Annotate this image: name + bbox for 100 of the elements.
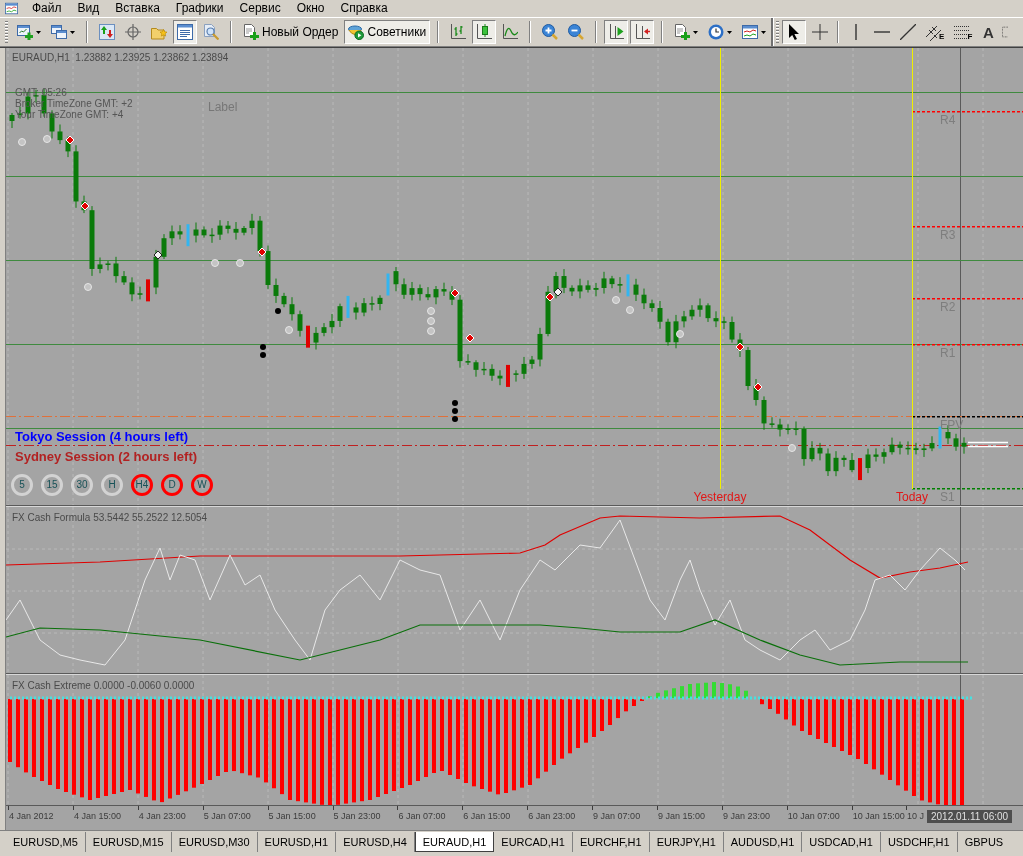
- time-axis-label: 4 Jan 2012: [9, 812, 54, 822]
- chart-tab[interactable]: EURUSD,H1: [257, 832, 337, 852]
- zoom-in-icon: [542, 24, 559, 40]
- highlighted-candle: [386, 273, 390, 296]
- circle-marker-icon: [18, 138, 26, 146]
- chart-shift-button[interactable]: [630, 20, 655, 44]
- chart-tab[interactable]: EURAUD,H1: [414, 832, 495, 852]
- time-axis-label: 6 Jan 23:00: [528, 812, 576, 822]
- candlestick-button[interactable]: [472, 20, 497, 44]
- diamond-marker-icon: [65, 135, 75, 145]
- menu-item[interactable]: Сервис: [231, 1, 289, 16]
- windows-icon: [51, 24, 67, 40]
- timeframe-button[interactable]: 15: [41, 474, 63, 496]
- menu-item[interactable]: Справка: [332, 1, 396, 16]
- window-plus-icon: [17, 24, 33, 40]
- timeframe-button[interactable]: D: [161, 474, 183, 496]
- chart-tab[interactable]: GBPUS: [957, 832, 1006, 852]
- diamond-marker-icon: [753, 382, 763, 392]
- dotted-box-icon: [1002, 25, 1009, 39]
- timeframe-button[interactable]: H4: [131, 474, 153, 496]
- time-axis-label: 5 Jan 23:00: [333, 812, 381, 822]
- chart-tab[interactable]: EURUSD,M5: [6, 832, 86, 852]
- chart-tab[interactable]: EURJPY,H1: [649, 832, 724, 852]
- highlighted-candle: [146, 279, 150, 302]
- chart-window-icon: [5, 2, 18, 15]
- session-text: Sydney Session (2 hours left): [15, 449, 198, 464]
- diamond-marker-icon: [465, 333, 475, 343]
- timeframe-button[interactable]: H: [101, 474, 123, 496]
- time-axis-label: 9 Jan 07:00: [593, 812, 641, 822]
- highlighted-candle: [346, 295, 350, 318]
- highlighted-candle: [938, 426, 942, 449]
- list-window-icon: [177, 24, 193, 40]
- fibonacci-button[interactable]: F: [950, 20, 977, 44]
- chart-tab[interactable]: AUDUSD,H1: [723, 832, 803, 852]
- bar-chart-icon: [450, 24, 467, 40]
- terminal-button[interactable]: [173, 20, 197, 44]
- day-label: Yesterday: [693, 491, 747, 505]
- timeframe-button[interactable]: 5: [11, 474, 33, 496]
- chart-tab[interactable]: EURCHF,H1: [572, 832, 650, 852]
- time-axis-label: 10 Jan 15:00: [852, 812, 905, 822]
- chart-tab[interactable]: EURUSD,H4: [336, 832, 415, 852]
- circle-marker-icon: [236, 259, 244, 267]
- chart-title: EURAUD,H1 1.23882 1.23925 1.23862 1.23894: [12, 52, 229, 63]
- chart-tab[interactable]: EURUSD,M15: [85, 832, 172, 852]
- menu-item[interactable]: Вид: [69, 1, 108, 16]
- time-axis-label: 5 Jan 15:00: [268, 812, 316, 822]
- line-chart-icon: [502, 24, 519, 40]
- indicator-title: FX Cash Formula 53.5442 55.2522 12.5054: [12, 512, 208, 523]
- chart-tab[interactable]: EURUSD,M30: [171, 832, 258, 852]
- circle-marker-icon: [211, 259, 219, 267]
- circle-marker-icon: [612, 296, 620, 304]
- diamond-marker-icon: [450, 288, 460, 298]
- experts-button[interactable]: Советники: [344, 20, 431, 44]
- indicator-title: FX Cash Extreme 0.0000 -0.0060 0.0000: [12, 680, 195, 691]
- new-order-button[interactable]: Новый Ордер: [239, 20, 343, 44]
- circle-marker-icon: [43, 135, 51, 143]
- dotted-lines-icon: [954, 25, 971, 41]
- channel-icon: [926, 25, 943, 41]
- text-button[interactable]: A: [978, 20, 999, 44]
- circle-marker-icon: [285, 326, 293, 334]
- dot-marker-icon: [452, 416, 458, 422]
- cursor-button[interactable]: [782, 20, 807, 44]
- document-magnifier-icon: [203, 24, 219, 40]
- crosshair-circle-icon: [125, 24, 141, 40]
- circle-marker-icon: [427, 307, 435, 315]
- candlestick-icon: [476, 24, 493, 40]
- diamond-marker-icon: [153, 250, 163, 260]
- vertical-line-icon: [854, 24, 859, 40]
- caret-icon: [727, 30, 733, 34]
- circle-marker-icon: [427, 317, 435, 325]
- cap-play-icon: [348, 24, 365, 40]
- menu-item[interactable]: Вставка: [107, 1, 168, 16]
- timeframe-button[interactable]: 30: [71, 474, 93, 496]
- day-label: Today: [896, 491, 928, 505]
- menu-item[interactable]: Графики: [167, 1, 232, 16]
- chart-tab[interactable]: EURCAD,H1: [494, 832, 573, 852]
- highlighted-candle: [506, 364, 510, 387]
- time-axis-label: 4 Jan 15:00: [73, 812, 121, 822]
- time-axis-label: 9 Jan 15:00: [658, 812, 706, 822]
- diamond-marker-icon: [735, 342, 745, 352]
- chart-window-icon: [742, 24, 759, 40]
- document-plus-icon: [674, 24, 691, 40]
- chart-tab[interactable]: USDCAD,H1: [802, 832, 881, 852]
- menu-item[interactable]: Файл: [24, 1, 70, 16]
- time-axis-label: 9 Jan 23:00: [722, 812, 770, 822]
- chart-tab[interactable]: USDCHF,H1: [880, 832, 958, 852]
- diamond-marker-icon: [257, 247, 267, 257]
- time-axis-label: 6 Jan 07:00: [398, 812, 446, 822]
- menu-item[interactable]: Окно: [288, 1, 333, 16]
- timeframe-button[interactable]: W: [191, 474, 213, 496]
- zoom-out-icon: [568, 24, 585, 40]
- time-axis-label: 4 Jan 23:00: [138, 812, 186, 822]
- axis-arrow-icon: [608, 24, 625, 40]
- horizontal-line-icon: [874, 30, 891, 34]
- highlighted-candle: [626, 274, 630, 297]
- circle-marker-icon: [84, 283, 92, 291]
- auto-scroll-button[interactable]: [604, 20, 629, 44]
- channel-button[interactable]: E: [922, 20, 949, 44]
- dot-marker-icon: [452, 408, 458, 414]
- circle-marker-icon: [626, 306, 634, 314]
